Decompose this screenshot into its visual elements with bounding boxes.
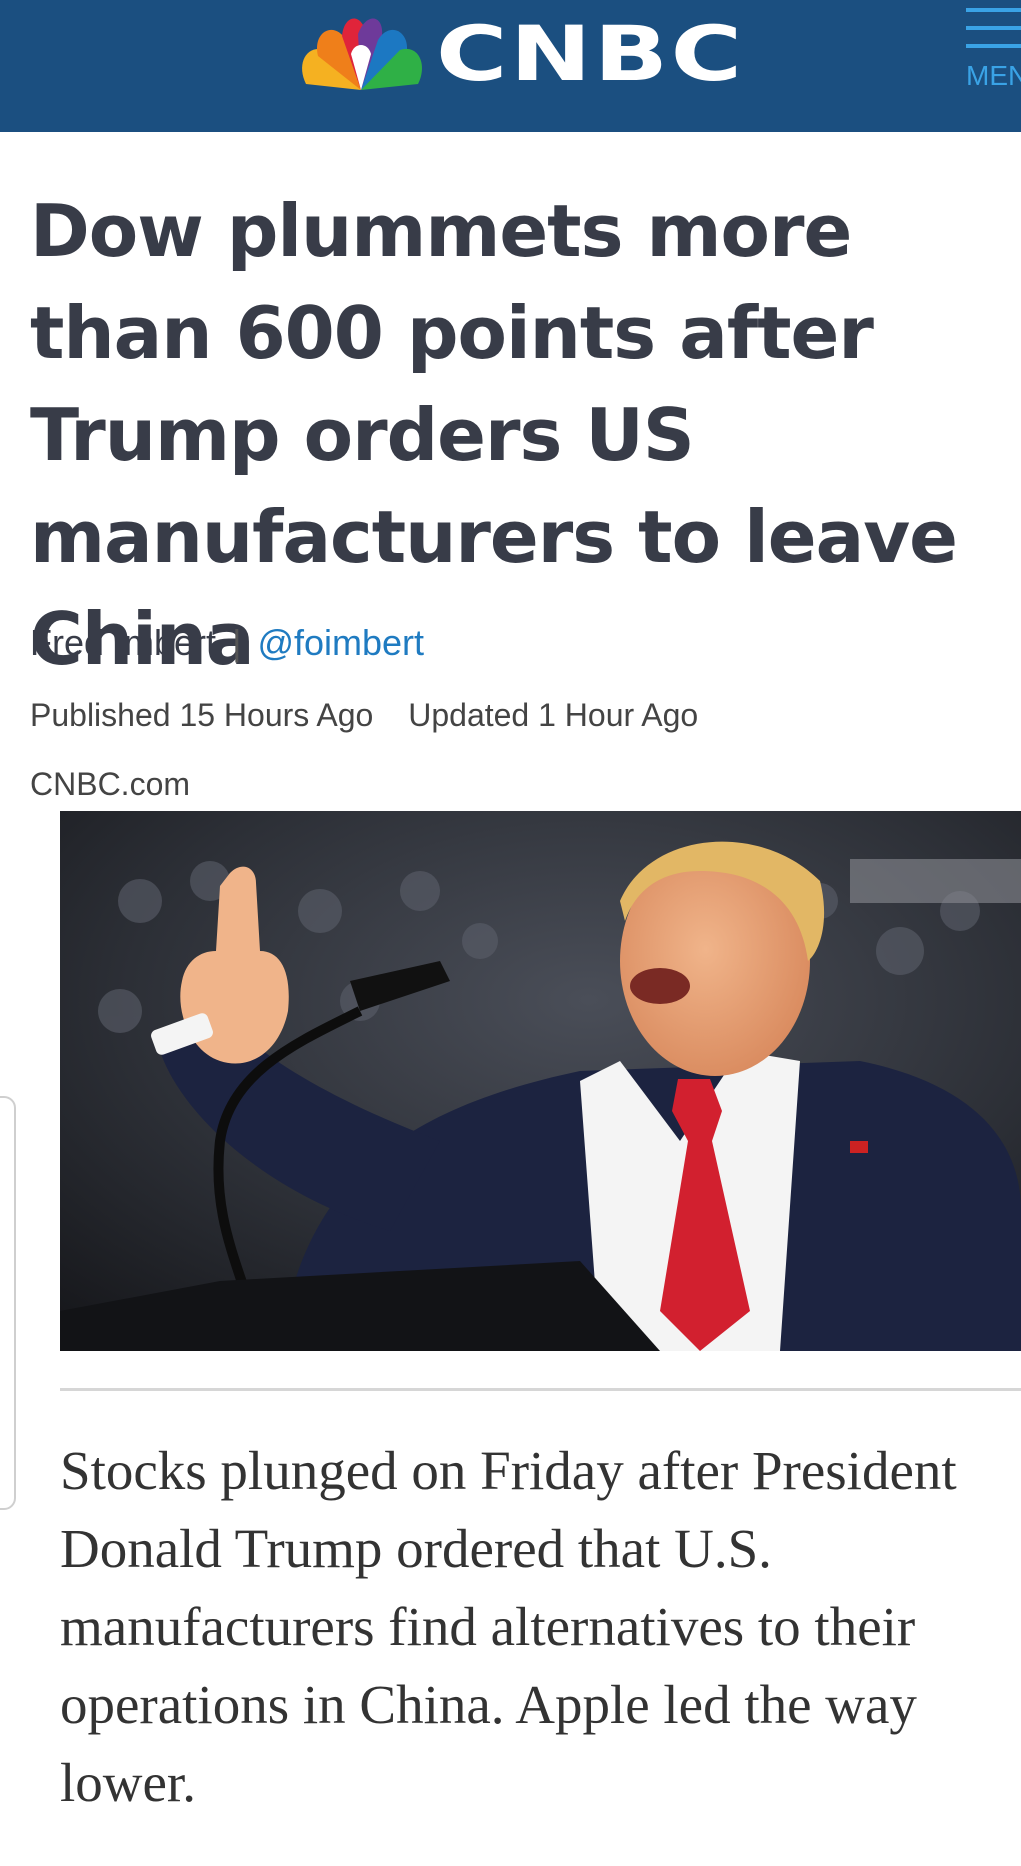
- article-summary: Stocks plunged on Friday after President…: [60, 1440, 957, 1813]
- side-scroll-handle[interactable]: [0, 1096, 16, 1510]
- hamburger-icon: [966, 26, 1021, 30]
- author-twitter-link[interactable]: @foimbert: [257, 622, 424, 663]
- menu-label: MENU: [966, 60, 1021, 91]
- cnbc-logo[interactable]: CNBC: [296, 4, 742, 104]
- peacock-icon: [302, 18, 422, 90]
- published-time: Published 15 Hours Ago: [30, 697, 374, 733]
- article-source: CNBC.com: [30, 766, 191, 802]
- updated-time: Updated 1 Hour Ago: [408, 697, 699, 733]
- site-header: CNBC MENU: [0, 0, 1021, 132]
- byline: Fred Imbert | @foimbert: [30, 622, 424, 664]
- article-headline: Dow plummets more than 600 points after …: [30, 189, 958, 681]
- menu-button[interactable]: MENU: [962, 2, 1021, 102]
- author-name[interactable]: Fred Imbert: [30, 622, 216, 663]
- article-photo[interactable]: [60, 811, 1021, 1351]
- logo-wordmark: CNBC: [436, 9, 745, 98]
- hamburger-icon: [966, 8, 1021, 12]
- article-dates: Published 15 Hours Ago Updated 1 Hour Ag…: [30, 697, 698, 734]
- divider: [60, 1388, 1021, 1391]
- byline-separator: |: [232, 622, 242, 663]
- hamburger-icon: [966, 44, 1021, 48]
